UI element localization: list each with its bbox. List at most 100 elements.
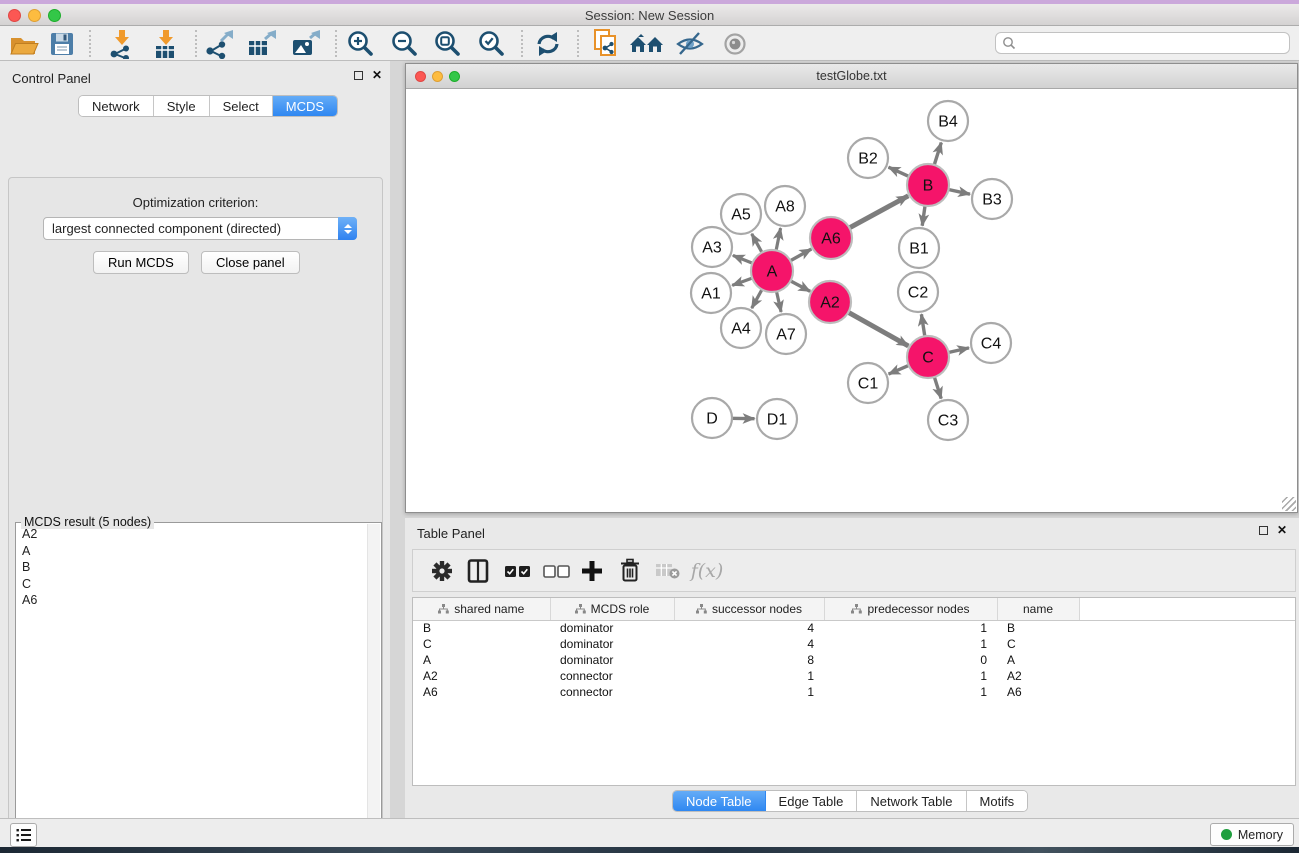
table-cell[interactable]: 4 xyxy=(674,636,824,652)
zoom-in-icon[interactable] xyxy=(343,28,379,59)
import-network-icon[interactable] xyxy=(104,28,140,59)
result-list-item[interactable]: A6 xyxy=(17,593,367,610)
table-cell[interactable]: 4 xyxy=(674,620,824,636)
import-table-icon[interactable] xyxy=(148,28,184,59)
graph-node-D[interactable]: D xyxy=(692,398,732,438)
export-image-icon[interactable] xyxy=(288,28,324,59)
search-field[interactable] xyxy=(995,32,1290,54)
table-settings-gear-icon[interactable] xyxy=(426,556,458,586)
graph-node-C3[interactable]: C3 xyxy=(928,400,968,440)
graph-edge-B-B3[interactable] xyxy=(946,189,970,194)
graph-edge-C-C3[interactable] xyxy=(934,375,942,399)
result-list-item[interactable]: C xyxy=(17,577,367,594)
table-cell[interactable]: dominator xyxy=(550,636,674,652)
run-mcds-button[interactable]: Run MCDS xyxy=(93,251,189,274)
save-session-icon[interactable] xyxy=(44,28,80,59)
zoom-selected-icon[interactable] xyxy=(474,28,510,59)
task-history-button[interactable] xyxy=(10,823,37,847)
graph-edge-A-A2[interactable] xyxy=(788,280,810,292)
graph-node-A7[interactable]: A7 xyxy=(766,314,806,354)
deselect-all-icon[interactable] xyxy=(540,556,572,586)
graph-edge-A2-C[interactable] xyxy=(846,311,908,346)
tab-mcds[interactable]: MCDS xyxy=(273,96,337,116)
table-row[interactable]: Cdominator41C xyxy=(413,636,1295,652)
eye-slash-icon[interactable] xyxy=(672,28,708,59)
table-cell[interactable]: 1 xyxy=(674,668,824,684)
window-resize-grip[interactable] xyxy=(1282,497,1296,511)
open-file-icon[interactable] xyxy=(6,28,42,59)
close-table-panel-icon[interactable]: ✕ xyxy=(1277,525,1287,535)
network-canvas[interactable]: B4B2BB3A8A5A6A3B1AA1C2A2A4A7C4CC1DD1C3 xyxy=(406,89,1297,512)
graph-edge-B-B4[interactable] xyxy=(934,143,942,168)
graph-node-A[interactable]: A xyxy=(751,250,793,292)
graph-node-A6[interactable]: A6 xyxy=(810,217,852,259)
zoom-fit-icon[interactable] xyxy=(430,28,466,59)
graph-node-A1[interactable]: A1 xyxy=(691,273,731,313)
graph-node-B[interactable]: B xyxy=(907,164,949,206)
delete-column-trash-icon[interactable] xyxy=(614,556,646,586)
export-table-icon[interactable] xyxy=(244,28,280,59)
result-list-item[interactable]: A xyxy=(17,544,367,561)
tab-node-table[interactable]: Node Table xyxy=(673,791,766,811)
graph-edge-A-A4[interactable] xyxy=(752,287,764,308)
refresh-icon[interactable] xyxy=(530,28,566,59)
table-cell[interactable]: 1 xyxy=(824,684,997,700)
column-header-mcds-role[interactable]: MCDS role xyxy=(550,598,674,620)
function-builder-icon[interactable]: f(x) xyxy=(691,556,723,586)
table-cell[interactable]: 1 xyxy=(824,668,997,684)
graph-edge-B-B2[interactable] xyxy=(889,167,912,177)
table-cell[interactable]: connector xyxy=(550,684,674,700)
graph-node-D1[interactable]: D1 xyxy=(757,399,797,439)
home-icon[interactable] xyxy=(629,28,665,59)
graph-edge-C-C1[interactable] xyxy=(889,364,911,374)
graph-node-A8[interactable]: A8 xyxy=(765,186,805,226)
table-cell[interactable]: dominator xyxy=(550,652,674,668)
table-cell[interactable]: A6 xyxy=(997,684,1079,700)
graph-node-A5[interactable]: A5 xyxy=(721,194,761,234)
graph-node-B4[interactable]: B4 xyxy=(928,101,968,141)
graph-node-A4[interactable]: A4 xyxy=(721,308,761,348)
table-cell[interactable]: 8 xyxy=(674,652,824,668)
optimization-criterion-select[interactable]: largest connected component (directed) xyxy=(43,217,357,240)
table-cell[interactable]: A2 xyxy=(997,668,1079,684)
result-list-item[interactable]: A2 xyxy=(17,527,367,544)
column-header-name[interactable]: name xyxy=(997,598,1079,620)
tab-select[interactable]: Select xyxy=(210,96,273,116)
zoom-out-icon[interactable] xyxy=(387,28,423,59)
select-all-icon[interactable] xyxy=(501,556,533,586)
result-scrollbar[interactable] xyxy=(367,524,380,853)
graph-edge-C-C2[interactable] xyxy=(921,314,925,339)
float-table-panel-icon[interactable] xyxy=(1259,526,1268,535)
eye-icon[interactable] xyxy=(717,28,753,59)
table-cell[interactable]: 1 xyxy=(824,636,997,652)
table-cell[interactable]: A xyxy=(413,652,550,668)
graph-node-B1[interactable]: B1 xyxy=(899,228,939,268)
graph-node-B3[interactable]: B3 xyxy=(972,179,1012,219)
table-cell[interactable]: A xyxy=(997,652,1079,668)
export-network-icon[interactable] xyxy=(202,28,238,59)
table-cell[interactable]: 1 xyxy=(824,620,997,636)
float-panel-icon[interactable] xyxy=(354,71,363,80)
tab-network-table[interactable]: Network Table xyxy=(857,791,966,811)
tab-motifs[interactable]: Motifs xyxy=(967,791,1028,811)
memory-button[interactable]: Memory xyxy=(1210,823,1294,846)
show-columns-icon[interactable] xyxy=(462,556,494,586)
close-panel-button[interactable]: Close panel xyxy=(201,251,300,274)
graph-node-A2[interactable]: A2 xyxy=(809,281,851,323)
network-window-titlebar[interactable]: testGlobe.txt xyxy=(406,64,1297,89)
table-cell[interactable]: connector xyxy=(550,668,674,684)
delete-table-icon[interactable] xyxy=(652,556,684,586)
create-column-icon[interactable] xyxy=(576,556,608,586)
graph-edge-A-A6[interactable] xyxy=(788,249,811,262)
close-panel-icon[interactable]: ✕ xyxy=(372,70,382,80)
graph-node-A3[interactable]: A3 xyxy=(692,227,732,267)
table-cell[interactable]: C xyxy=(413,636,550,652)
graph-edge-A-A5[interactable] xyxy=(752,234,764,255)
select-stepper-icon[interactable] xyxy=(338,217,357,240)
graph-node-C[interactable]: C xyxy=(907,336,949,378)
column-header-successor-nodes[interactable]: successor nodes xyxy=(674,598,824,620)
graph-edge-A6-B[interactable] xyxy=(847,196,908,229)
column-header-shared-name[interactable]: shared name xyxy=(413,598,550,620)
clone-network-icon[interactable] xyxy=(588,28,624,59)
graph-node-B2[interactable]: B2 xyxy=(848,138,888,178)
